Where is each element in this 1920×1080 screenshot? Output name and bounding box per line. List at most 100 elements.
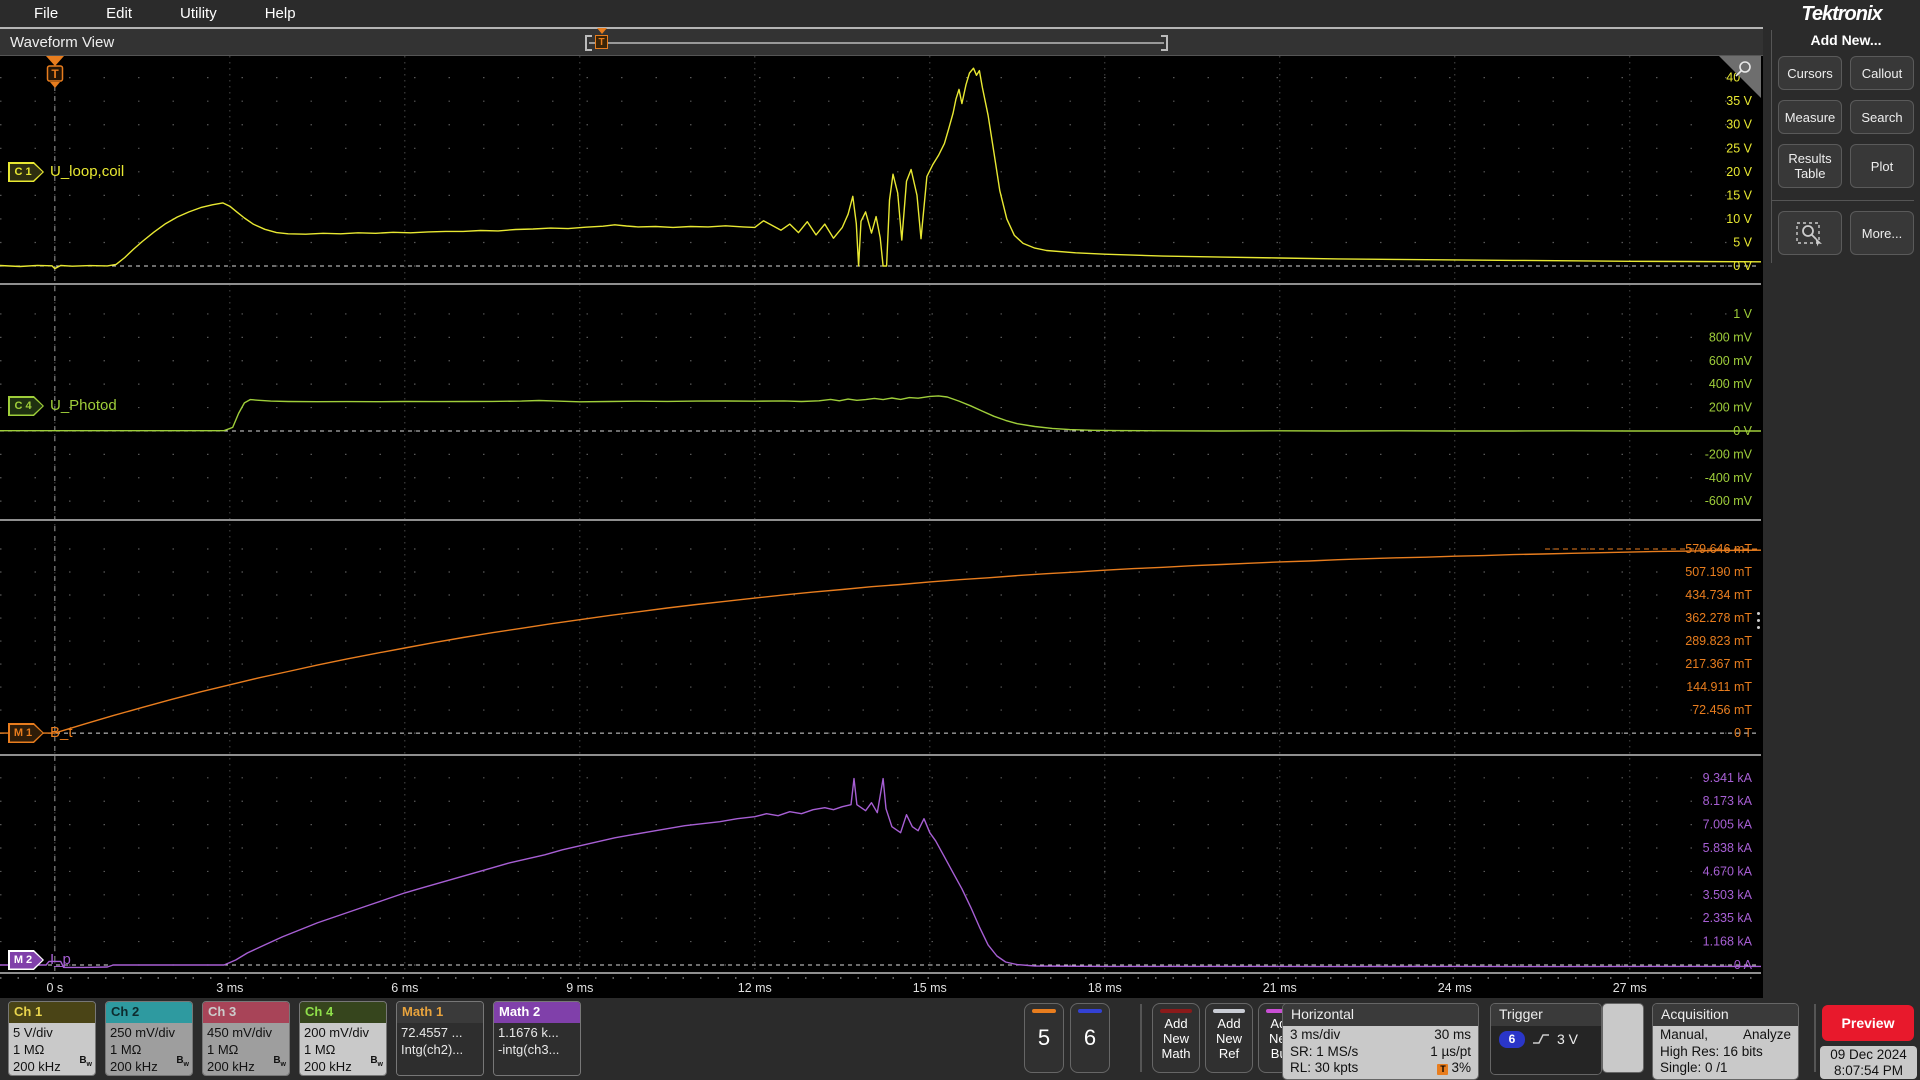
search-button[interactable]: Search [1850,100,1914,134]
ch4-channel-badge[interactable]: C 4 [8,396,44,416]
math2-axis-tick: 0 A [1734,958,1753,972]
trace-ch1 [0,67,1761,270]
math2-axis-tick: 3.503 kA [1703,888,1753,902]
more-button[interactable]: More... [1850,211,1914,255]
plot-button[interactable]: Plot [1850,144,1914,188]
card-body: 1.1676 k... -intg(ch3... [494,1023,580,1075]
ch1-axis-tick: 35 V [1726,94,1752,108]
acquisition-single: Single: 0 /1 [1660,1060,1728,1075]
math2-axis-tick: 9.341 kA [1703,771,1753,785]
bottom-bar: Ch 15 V/div 1 MΩ 200 kHz Bw Ch 2 250 mV/div 1 … [0,998,1920,1080]
side-stub-panel [1602,1003,1644,1073]
ch1-axis-tick: 15 V [1726,188,1752,202]
add-new-math-button[interactable]: Add New Math [1152,1003,1200,1073]
menu-edit[interactable]: Edit [82,5,156,22]
ch4-axis-tick: 200 mV [1709,401,1753,415]
math1-axis-tick: 289.823 mT [1685,634,1752,648]
add-new-ref-button[interactable]: Add New Ref [1205,1003,1253,1073]
math2-axis-tick: 8.173 kA [1703,794,1753,808]
ch4-trace-label[interactable]: U_Photod [50,396,117,416]
datetime-badge: 09 Dec 2024 8:07:54 PM [1820,1046,1917,1079]
panel-splitter-handle[interactable] [1757,612,1760,629]
card-header: Ch 2 [106,1002,192,1023]
ch1-trace-label[interactable]: U_loop,coil [50,162,124,182]
math2-trace-label[interactable]: I_p [50,950,71,970]
channel-card-math2[interactable]: Math 2 1.1676 k... -intg(ch3... [493,1001,581,1076]
math2-axis-tick: 1.168 kA [1703,935,1753,949]
menu-utility[interactable]: Utility [156,5,241,22]
math1-axis-tick: 144.911 mT [1686,680,1752,694]
record-minimap[interactable]: T [585,28,1168,53]
minimap-trigger-icon[interactable]: T [595,28,608,49]
math2-axis-tick: 5.838 kA [1703,841,1753,855]
channel-card-ch1[interactable]: Ch 15 V/div 1 MΩ 200 kHz Bw [8,1001,96,1076]
ch1-channel-badge[interactable]: C 1 [8,162,44,182]
group-divider [1772,200,1914,201]
card-header: Ch 3 [203,1002,289,1023]
time-axis-tick: 0 s [46,981,63,995]
time-label: 8:07:54 PM [1833,1062,1904,1078]
measure-button[interactable]: Measure [1778,100,1842,134]
ch4-axis-tick: -200 mV [1705,447,1753,461]
menu-file[interactable]: File [10,5,82,22]
add-new-label: Add New... [1810,32,1882,48]
math2-channel-badge[interactable]: M 2 [8,950,44,970]
channel-6-button[interactable]: 6 [1070,1003,1110,1073]
minimap-right-bracket[interactable] [1161,35,1168,51]
card-header: Math 1 [397,1002,483,1023]
channel-card-math1[interactable]: Math 1 72.4557 ... Intg(ch2)... [396,1001,484,1076]
horizontal-panel[interactable]: Horizontal 3 ms/div 30 ms SR: 1 MS/s 1 µs/… [1282,1003,1479,1080]
waveform-title: Waveform View [10,33,115,51]
trigger-title: Trigger [1491,1004,1601,1026]
ch4-axis-tick: 800 mV [1709,330,1753,344]
trigger-panel[interactable]: Trigger 6 3 V [1490,1003,1602,1075]
acquisition-title: Acquisition [1653,1004,1798,1026]
acquisition-mode: Manual, [1660,1027,1709,1042]
card-header: Ch 4 [300,1002,386,1023]
math1-axis-tick: 579.646 mT [1685,542,1752,556]
math1-axis-tick: 0 T [1734,726,1752,740]
trigger-position-icon: T [1437,1064,1449,1075]
right-panel: Tektronix Add New... Cursors Callout Mea… [1757,0,1920,998]
cursors-button[interactable]: Cursors [1778,56,1842,90]
math2-axis-tick: 4.670 kA [1703,864,1753,878]
card-body: 5 V/div 1 MΩ 200 kHz Bw [9,1023,95,1075]
date-label: 09 Dec 2024 [1830,1047,1907,1062]
zoom-select-icon [1795,219,1825,247]
ch4-axis-tick: 1 V [1733,307,1752,321]
time-axis-tick: 27 ms [1613,981,1647,995]
time-axis-tick: 3 ms [216,981,243,995]
minimap-left-bracket[interactable] [585,35,592,51]
preview-button[interactable]: Preview [1822,1005,1914,1041]
horizontal-title: Horizontal [1283,1004,1478,1026]
menu-help[interactable]: Help [241,5,320,22]
horizontal-window: 30 ms [1434,1027,1471,1042]
channel-card-ch4[interactable]: Ch 4 200 mV/div 1 MΩ 200 kHz Bw [299,1001,387,1076]
ch4-axis-tick: 400 mV [1709,377,1753,391]
card-body: 450 mV/div 1 MΩ 200 kHz Bw [203,1023,289,1075]
acquisition-panel[interactable]: Acquisition Manual, Analyze High Res: 16 … [1652,1003,1799,1080]
waveform-plot-area[interactable]: 40 V 35 V 30 V 25 V 20 V 15 V 10 V5 V0 V1 V 800… [0,56,1763,998]
ch4-axis-tick: -400 mV [1705,471,1753,485]
time-axis-tick: 18 ms [1088,981,1122,995]
bandwidth-limit-icon: Bw [79,1055,92,1068]
channel-5-color-stripe [1032,1009,1056,1013]
ch4-axis-tick: 600 mV [1709,354,1753,368]
callout-button[interactable]: Callout [1850,56,1914,90]
horizontal-trigger-pos: T 3% [1437,1060,1471,1077]
math1-channel-badge[interactable]: M 1 [8,723,44,743]
waveform-titlebar: Waveform View T [0,28,1763,56]
channel-card-ch3[interactable]: Ch 3 450 mV/div 1 MΩ 200 kHz Bw [202,1001,290,1076]
math1-axis-tick: 72.456 mT [1692,703,1752,717]
ch1-axis-tick: 20 V [1726,165,1752,179]
zoom-select-button[interactable] [1778,211,1842,255]
results-table-button[interactable]: Results Table [1778,144,1842,188]
add-new-math-label: Add New Math [1161,1015,1191,1061]
channel-5-button[interactable]: 5 [1024,1003,1064,1073]
math1-trace-label[interactable]: B_t [50,723,73,743]
math2-axis-tick: 2.335 kA [1703,911,1753,925]
channel-card-ch2[interactable]: Ch 2 250 mV/div 1 MΩ 200 kHz Bw [105,1001,193,1076]
card-header: Math 2 [494,1002,580,1023]
time-axis-tick: 9 ms [566,981,593,995]
bottom-divider-2 [1814,1004,1816,1072]
